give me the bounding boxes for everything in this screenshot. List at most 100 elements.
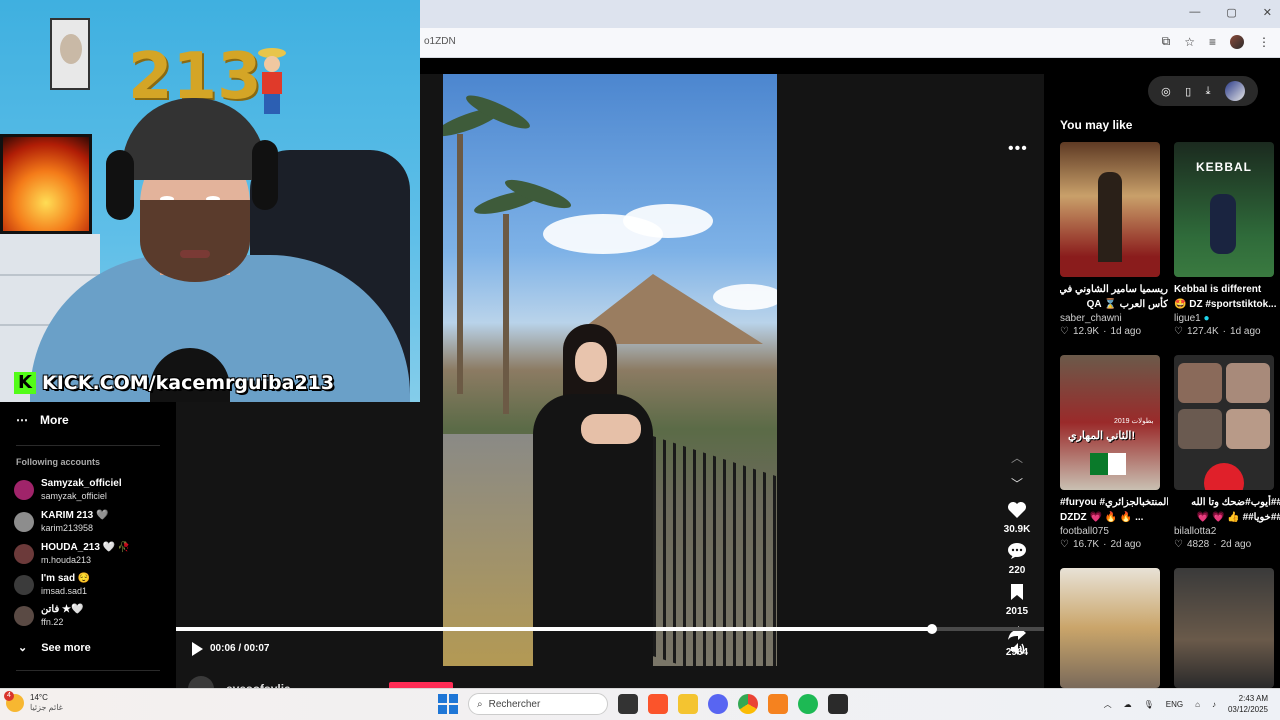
recommended-video-card[interactable]: KEBBAL Kebbal is different 🤩 DZ #sportsti… bbox=[1174, 142, 1280, 337]
app-icon[interactable] bbox=[828, 694, 848, 714]
following-account[interactable]: Samyzak_officiel samyzak_officiel bbox=[14, 478, 122, 502]
thumbnail-year: بطولات 2019 bbox=[1114, 418, 1154, 425]
account-username: m.houda213 bbox=[41, 555, 92, 565]
recommended-video-card[interactable] bbox=[1174, 568, 1280, 688]
discord-icon[interactable] bbox=[708, 694, 728, 714]
card-author[interactable]: bilallotta2 bbox=[1174, 526, 1280, 537]
video-thumbnail[interactable]: KEBBAL bbox=[1174, 142, 1274, 277]
chevron-up-icon[interactable]: ︿ bbox=[1104, 699, 1112, 710]
see-more-label: See more bbox=[41, 641, 91, 654]
kick-banner: K KICK.COM/kacemrguiba213 bbox=[14, 372, 334, 394]
card-likes: 16.7K bbox=[1072, 539, 1100, 550]
taskbar-search[interactable]: ⌕ Rechercher bbox=[468, 693, 608, 715]
card-title-line: ##أيوب#ضحك وتا الله bbox=[1191, 497, 1280, 508]
time-display: 00:06 / 00:07 bbox=[210, 643, 270, 654]
coin-icon[interactable]: ◎ bbox=[1161, 85, 1171, 98]
file-explorer-icon[interactable] bbox=[678, 694, 698, 714]
more-options-icon[interactable]: ••• bbox=[1008, 140, 1028, 158]
progress-bar[interactable] bbox=[176, 624, 1044, 634]
speaker-icon[interactable]: ♪ bbox=[1212, 700, 1216, 709]
user-avatar[interactable] bbox=[1224, 81, 1245, 101]
card-author[interactable]: football075 bbox=[1060, 526, 1168, 537]
network-icon[interactable]: ⌂ bbox=[1195, 700, 1200, 709]
card-title: Kebbal is different 🤩 DZ #sportstiktok... bbox=[1174, 282, 1280, 312]
app-icon[interactable] bbox=[768, 694, 788, 714]
card-title-line: DZDZ 💗 🔥 🔥 ... bbox=[1060, 512, 1144, 523]
streamer-mouth bbox=[180, 250, 210, 258]
windows-start-icon[interactable] bbox=[438, 694, 458, 714]
cloud bbox=[623, 204, 713, 238]
heart-icon bbox=[1006, 499, 1028, 521]
comment-button[interactable]: 220 bbox=[1006, 540, 1028, 579]
language-indicator[interactable]: ENG bbox=[1166, 700, 1183, 709]
video-thumbnail[interactable] bbox=[1060, 568, 1160, 688]
chrome-icon[interactable] bbox=[738, 694, 758, 714]
spotify-icon[interactable] bbox=[798, 694, 818, 714]
brave-icon[interactable] bbox=[648, 694, 668, 714]
like-button[interactable]: 30.9K bbox=[1003, 499, 1031, 538]
card-author-name: ligue1 bbox=[1174, 313, 1201, 324]
card-title-line: 🤩 DZ #sportstiktok... bbox=[1174, 299, 1277, 310]
phone-icon[interactable]: ▯ bbox=[1185, 85, 1191, 98]
temperature: 14°C bbox=[30, 693, 48, 702]
clock[interactable]: 2:43 AM 03/12/2025 bbox=[1228, 693, 1268, 715]
recommended-video-card[interactable]: ##أيوب#ضحك وتا الله ##خويا## 👍 💗 💗 bilall… bbox=[1174, 355, 1280, 550]
following-account[interactable]: I'm sad 😌 imsad.sad1 bbox=[14, 573, 90, 597]
progress-knob[interactable] bbox=[927, 624, 938, 634]
profile-avatar[interactable] bbox=[1230, 34, 1244, 49]
card-age: 2d ago bbox=[1110, 539, 1142, 550]
like-count: 30.9K bbox=[1003, 524, 1031, 535]
card-author[interactable]: ligue1 ● bbox=[1174, 313, 1280, 324]
heart-outline-icon: ♡ bbox=[1174, 539, 1183, 550]
video-frame[interactable] bbox=[443, 74, 777, 666]
previous-video-icon[interactable]: ︿ bbox=[1011, 445, 1023, 471]
close-button[interactable]: ✕ bbox=[1263, 6, 1272, 19]
sidebar-more[interactable]: ⋯ More bbox=[16, 413, 69, 427]
card-meta: ♡ 127.4K · 1d ago bbox=[1174, 326, 1280, 337]
card-title-line: ##خويا## 👍 💗 💗 bbox=[1196, 512, 1280, 523]
card-age: 1d ago bbox=[1110, 326, 1142, 337]
play-icon[interactable] bbox=[192, 642, 203, 656]
video-thumbnail[interactable] bbox=[1174, 355, 1274, 490]
browser-menu-icon[interactable]: ⋮ bbox=[1258, 35, 1270, 49]
windows-taskbar: 4 14°C غائم جزئيا ⌕ Rechercher ︿ ☁ 🎙 ENG … bbox=[0, 688, 1280, 720]
download-icon[interactable]: ⤓ bbox=[1206, 85, 1211, 98]
following-account[interactable]: فاتن ★🤍 ffn.22 bbox=[14, 604, 83, 628]
account-name: I'm sad 😌 bbox=[41, 573, 91, 584]
url-text[interactable]: o1ZDN bbox=[424, 36, 456, 47]
microphone-icon[interactable]: 🎙 bbox=[1144, 700, 1154, 709]
weather-widget[interactable]: 4 14°C غائم جزئيا bbox=[4, 691, 63, 713]
card-title-line: كأس العرب ⌛ QA bbox=[1086, 299, 1168, 310]
chevron-down-icon: ⌄ bbox=[18, 642, 28, 654]
recommended-video-card[interactable]: بطولات 2019 الثاني المهاري! #furyou #الم… bbox=[1060, 355, 1168, 550]
maximize-button[interactable]: ▢ bbox=[1226, 6, 1236, 19]
see-more-button[interactable]: ⌄ See more bbox=[18, 641, 91, 655]
palm-tree bbox=[457, 134, 463, 394]
next-video-icon[interactable]: ﹀ bbox=[1011, 471, 1023, 497]
screen: — ▢ ✕ o1ZDN ⧉ ☆ ≡ ⋮ ⋯ More Following acc… bbox=[0, 0, 1280, 720]
following-account[interactable]: KARIM 213 🩶 karim213958 bbox=[14, 510, 108, 534]
minimize-button[interactable]: — bbox=[1189, 6, 1200, 19]
bookmark-button[interactable]: 2015 bbox=[1006, 581, 1028, 620]
fireplace-tv bbox=[0, 134, 92, 234]
reading-list-icon[interactable]: ≡ bbox=[1209, 35, 1216, 49]
video-thumbnail[interactable] bbox=[1060, 142, 1160, 277]
card-likes: 12.9K bbox=[1072, 326, 1100, 337]
cloud-icon[interactable]: ☁ bbox=[1124, 700, 1132, 709]
bookmark-star-icon[interactable]: ☆ bbox=[1184, 35, 1195, 49]
recommended-video-card[interactable] bbox=[1060, 568, 1168, 688]
task-view-icon[interactable] bbox=[618, 694, 638, 714]
video-thumbnail[interactable] bbox=[1174, 568, 1274, 688]
volume-icon[interactable] bbox=[1010, 642, 1026, 661]
card-age: 1d ago bbox=[1230, 326, 1261, 337]
video-thumbnail[interactable]: بطولات 2019 الثاني المهاري! bbox=[1060, 355, 1160, 490]
recommended-video-card[interactable]: ريسميا سامير الشاوني في قطر كأس العرب ⌛ Q… bbox=[1060, 142, 1168, 337]
card-title-line: ريسميا سامير الشاوني في قطر bbox=[1060, 284, 1168, 295]
kick-channel-url: KICK.COM/kacemrguiba213 bbox=[42, 372, 335, 394]
system-tray: ︿ ☁ 🎙 ENG ⌂ ♪ 2:43 AM 03/12/2025 bbox=[1104, 693, 1268, 715]
card-title-line: #furyou #المنتخبالجزائري bbox=[1060, 497, 1168, 508]
following-account[interactable]: HOUDA_213 🤍 🥀 m.houda213 bbox=[14, 542, 130, 566]
search-icon: ⌕ bbox=[477, 698, 483, 710]
card-author[interactable]: saber_chawni bbox=[1060, 313, 1168, 324]
install-app-icon[interactable]: ⧉ bbox=[1162, 34, 1171, 49]
